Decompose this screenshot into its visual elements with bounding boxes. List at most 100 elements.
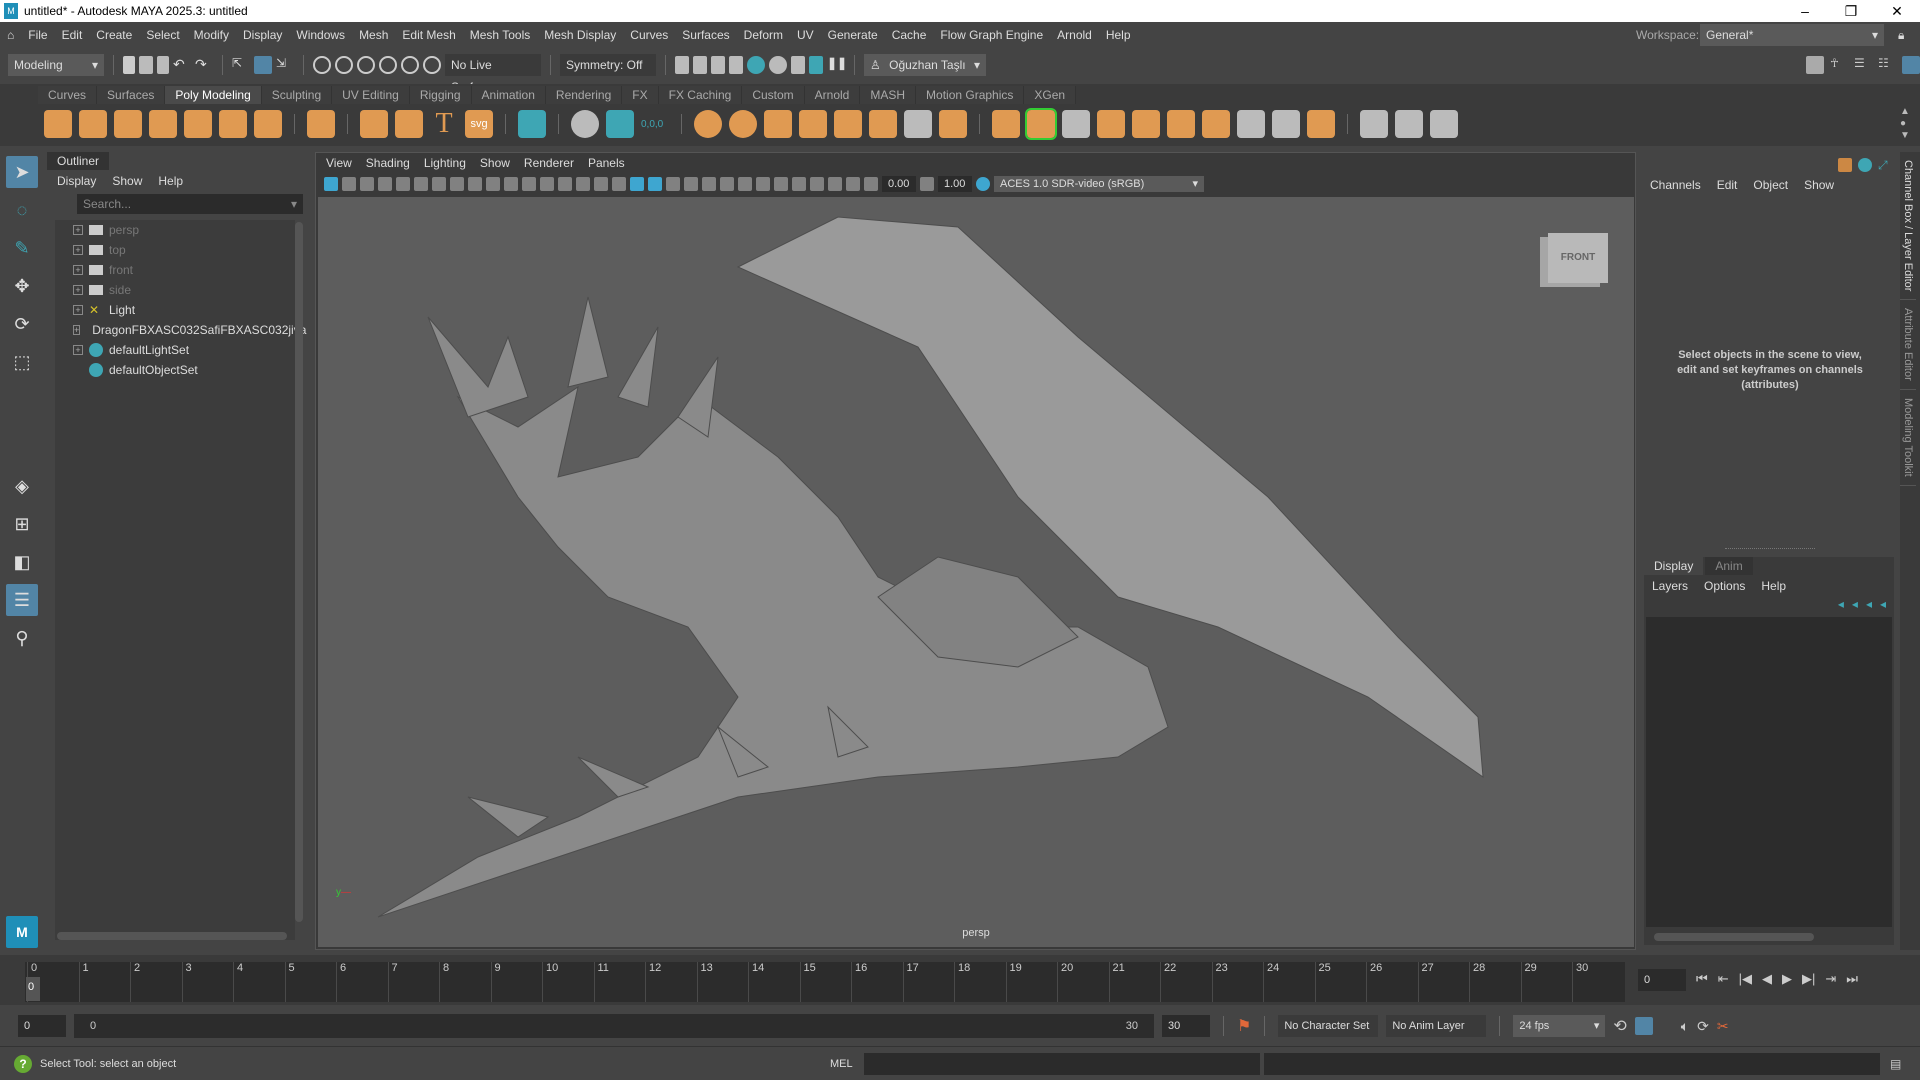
viewport-menu-view[interactable]: View [326, 156, 352, 170]
menu-generate[interactable]: Generate [821, 28, 885, 42]
outliner-item[interactable]: + defaultLightSet [55, 340, 295, 360]
character-set-dropdown[interactable]: No Character Set [1278, 1015, 1379, 1037]
expand-icon[interactable]: + [73, 345, 83, 355]
redo-icon[interactable]: ↷ [195, 56, 213, 74]
menu-flow-graph-engine[interactable]: Flow Graph Engine [933, 28, 1050, 42]
scale-tool-icon[interactable]: ⬚ [6, 346, 38, 378]
tab-modeling-toolkit[interactable]: Modeling Toolkit [1900, 390, 1916, 486]
auto-key-icon[interactable]: ⚑ [1237, 1016, 1251, 1036]
tab-curves[interactable]: Curves [38, 86, 98, 104]
outliner-layout-icon[interactable]: ☰ [6, 584, 38, 616]
channel-menu-edit[interactable]: Edit [1717, 178, 1738, 192]
expand-icon[interactable]: + [73, 285, 83, 295]
script-editor-icon[interactable]: ▤ [1890, 1057, 1901, 1071]
outliner-menu-help[interactable]: Help [158, 174, 183, 188]
go-to-start-button[interactable]: ⏮ [1696, 971, 1708, 987]
tool-settings-icon[interactable]: ☷ [1878, 56, 1896, 74]
tab-sculpting[interactable]: Sculpting [261, 86, 333, 104]
menu-create[interactable]: Create [89, 28, 139, 42]
tab-fx[interactable]: FX [622, 86, 659, 104]
viewport-scene[interactable]: FRONT y— persp [318, 197, 1634, 947]
layer-menu-options[interactable]: Options [1704, 579, 1745, 593]
channel-menu-channels[interactable]: Channels [1650, 178, 1701, 192]
outliner-item[interactable]: + persp [55, 220, 295, 240]
tab-rigging[interactable]: Rigging [409, 86, 472, 104]
current-time-marker[interactable]: 0 [26, 977, 40, 1001]
grease-pencil-icon[interactable] [414, 177, 428, 191]
outliner-item[interactable]: + ✕ Light [55, 300, 295, 320]
script-language-toggle[interactable]: MEL [830, 1058, 860, 1070]
move-layer-up-icon[interactable]: ◂ [1838, 597, 1844, 611]
tab-xgen[interactable]: XGen [1024, 86, 1077, 104]
shadows-icon[interactable] [702, 177, 716, 191]
poly-cylinder-icon[interactable] [114, 110, 142, 138]
append-icon[interactable] [1097, 110, 1125, 138]
viewport-menu-shading[interactable]: Shading [366, 156, 410, 170]
tab-mash[interactable]: MASH [860, 86, 917, 104]
safe-title-icon[interactable] [594, 177, 608, 191]
grid-icon[interactable] [486, 177, 500, 191]
chevron-down-icon[interactable]: ▾ [291, 194, 297, 214]
play-backward-button[interactable]: ◀ [1762, 971, 1772, 987]
snap-view-plane-icon[interactable] [379, 56, 397, 74]
cache-playback-icon[interactable] [1634, 1017, 1653, 1035]
outliner-menu-show[interactable]: Show [112, 174, 142, 188]
shelf-scroll-icon[interactable]: ▲ ● ▼ [1900, 106, 1910, 142]
tab-channel-box-layer-editor[interactable]: Channel Box / Layer Editor [1900, 152, 1916, 301]
expand-icon[interactable]: + [73, 325, 81, 335]
gate-mask-icon[interactable] [540, 177, 554, 191]
snap-edge-icon[interactable] [423, 56, 441, 74]
outliner-menu-display[interactable]: Display [57, 174, 96, 188]
mirror-icon[interactable] [799, 110, 827, 138]
move-tool-icon[interactable]: ✥ [6, 270, 38, 302]
viewport-menu-show[interactable]: Show [480, 156, 510, 170]
fps-dropdown[interactable]: 24 fps ▾ [1513, 1015, 1606, 1037]
measure-icon[interactable] [571, 110, 599, 138]
chamfer-icon[interactable] [1237, 110, 1265, 138]
sweep-mesh-icon[interactable] [395, 110, 423, 138]
2d-pan-zoom-icon[interactable] [396, 177, 410, 191]
layer-tab-anim[interactable]: Anim [1705, 557, 1753, 575]
bevel-edge-icon[interactable] [1202, 110, 1230, 138]
ambient-occlusion-icon[interactable] [720, 177, 734, 191]
poly-torus-icon[interactable] [184, 110, 212, 138]
channel-menu-show[interactable]: Show [1804, 178, 1834, 192]
ipr-render-icon[interactable] [711, 56, 725, 74]
super-shape-icon[interactable] [360, 110, 388, 138]
menu-uv[interactable]: UV [790, 28, 821, 42]
xray-joints-icon[interactable] [828, 177, 842, 191]
select-object-icon[interactable] [254, 56, 272, 74]
menu-edit[interactable]: Edit [55, 28, 90, 42]
transform-axes-icon[interactable] [1838, 158, 1852, 172]
graph-icon[interactable]: ⤢ [1878, 158, 1892, 172]
maximize-button[interactable]: ❐ [1828, 0, 1874, 22]
tab-poly-modeling[interactable]: Poly Modeling [165, 86, 262, 104]
retopologize-icon[interactable] [939, 110, 967, 138]
wireframe-on-shaded-icon[interactable] [648, 177, 662, 191]
outliner-tab[interactable]: Outliner [47, 152, 110, 170]
snap-curve-icon[interactable] [335, 56, 353, 74]
menu-mesh[interactable]: Mesh [352, 28, 395, 42]
close-button[interactable]: ✕ [1874, 0, 1920, 22]
insert-edge-loop-icon[interactable] [1360, 110, 1388, 138]
outliner-item[interactable]: defaultObjectSet [55, 360, 295, 380]
menu-cache[interactable]: Cache [885, 28, 934, 42]
gamma-icon[interactable] [920, 177, 934, 191]
menu-modify[interactable]: Modify [187, 28, 236, 42]
menu-edit-mesh[interactable]: Edit Mesh [395, 28, 462, 42]
field-chart-icon[interactable] [558, 177, 572, 191]
freeze-transform-icon[interactable]: 0,0,0 [641, 119, 669, 130]
current-frame-field[interactable]: 0 [1638, 969, 1686, 991]
textured-icon[interactable] [666, 177, 680, 191]
snap-live-icon[interactable] [401, 56, 419, 74]
camera-undo-icon[interactable] [450, 177, 464, 191]
animation-start-field[interactable]: 0 [18, 1015, 66, 1037]
menu-mesh-display[interactable]: Mesh Display [537, 28, 623, 42]
tab-uv-editing[interactable]: UV Editing [332, 86, 410, 104]
render-settings-icon[interactable] [729, 56, 743, 74]
poly-text-icon[interactable]: T [430, 108, 458, 140]
colorspace-dropdown[interactable]: ACES 1.0 SDR-video (sRGB) ▾ [994, 176, 1204, 192]
xray-icon[interactable] [810, 177, 824, 191]
command-input[interactable] [864, 1052, 1260, 1075]
tab-arnold[interactable]: Arnold [804, 86, 861, 104]
